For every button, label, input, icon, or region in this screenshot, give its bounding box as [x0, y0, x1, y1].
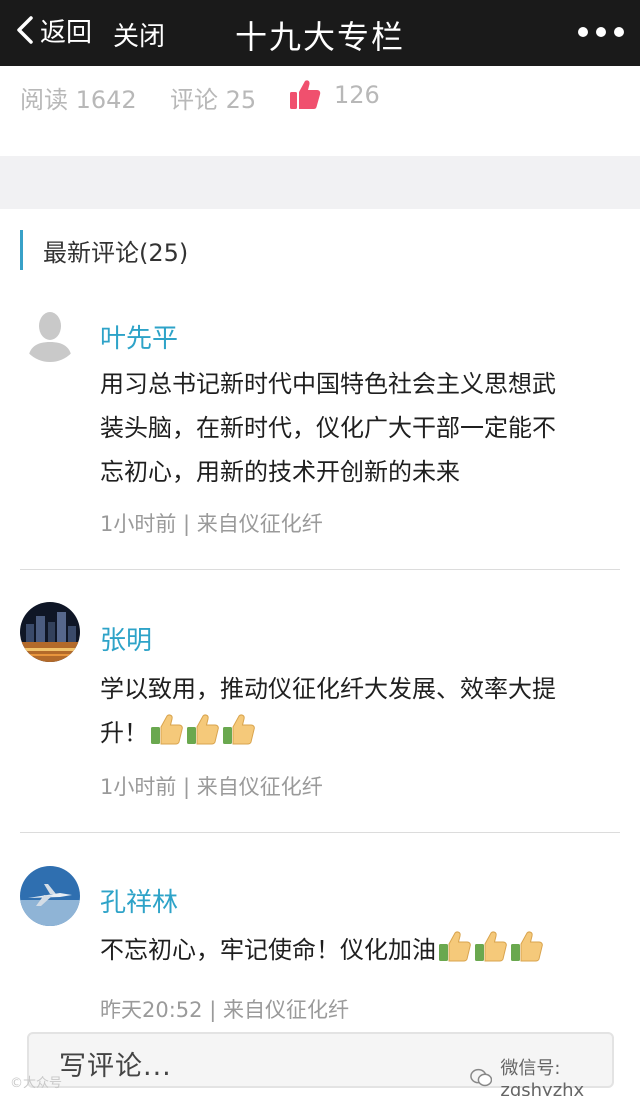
comment-line: 装头脑，在新时代，仪化广大干部一定能不: [100, 414, 556, 442]
comment-line: 用习总书记新时代中国特色社会主义思想武: [100, 370, 556, 398]
like-count: 126: [334, 81, 380, 109]
section-separator: [0, 156, 640, 209]
comment-line: 忘初心，用新的技术开创新的未来: [100, 458, 460, 486]
jet-plane-avatar-icon: [20, 866, 80, 926]
comments-section-header: 最新评论(25): [20, 230, 188, 270]
corner-watermark: ©大众号: [10, 1076, 63, 1091]
emoji-group: [148, 714, 256, 747]
thumbs-up-icon: [511, 931, 543, 962]
comment-author[interactable]: 张明: [100, 620, 152, 657]
thumbs-up-icon: [475, 931, 507, 962]
default-user-avatar-icon: [28, 312, 72, 362]
comment-line: 升！: [100, 711, 620, 755]
comment-line: 学以致用，推动仪征化纤大发展、效率大提: [100, 675, 556, 703]
thumbs-up-icon: [151, 714, 183, 745]
thumbs-up-icon: [187, 714, 219, 745]
city-night-avatar-icon: [20, 602, 80, 662]
thumbs-up-icon: [439, 931, 471, 962]
thumbs-up-icon: [223, 714, 255, 745]
comment-count: 评论 25: [170, 86, 257, 114]
comment-line-text: 升！: [100, 719, 148, 747]
avatar[interactable]: [20, 302, 80, 362]
section-title: 最新评论(25): [43, 238, 189, 267]
comment-text: 用习总书记新时代中国特色社会主义思想武 装头脑，在新时代，仪化广大干部一定能不 …: [100, 362, 620, 494]
divider: [20, 569, 620, 570]
article-stats: 阅读 1642 评论 25 126: [0, 66, 640, 156]
wechat-id: 微信号: zgshyzhx: [500, 1058, 585, 1096]
comment-input-placeholder: 写评论...: [59, 1051, 172, 1082]
thumbs-up-icon: [290, 80, 321, 109]
comment-meta: 昨天20:52 | 来自仪征化纤: [100, 998, 349, 1022]
comment-meta: 1小时前 | 来自仪征化纤: [100, 775, 323, 799]
emoji-group: [436, 931, 544, 964]
more-menu-icon[interactable]: [578, 22, 624, 42]
wechat-icon: [470, 1068, 493, 1086]
comment-line: 不忘初心，牢记使命！仪化加油: [100, 928, 620, 972]
avatar[interactable]: [20, 602, 80, 662]
wechat-watermark: 微信号: zgshyzhx: [470, 1054, 640, 1096]
comment-text: 不忘初心，牢记使命！仪化加油: [100, 928, 620, 972]
avatar[interactable]: [20, 866, 80, 926]
section-accent-bar: [20, 230, 23, 270]
comment-meta: 1小时前 | 来自仪征化纤: [100, 512, 323, 536]
comment-author[interactable]: 叶先平: [100, 318, 178, 355]
like-button[interactable]: 126: [288, 78, 380, 112]
top-nav-bar: 返回 关闭 十九大专栏: [0, 0, 640, 66]
page-title: 十九大专栏: [234, 18, 405, 56]
comment-text: 学以致用，推动仪征化纤大发展、效率大提 升！: [100, 667, 620, 755]
divider: [20, 832, 620, 833]
comment-line-text: 不忘初心，牢记使命！仪化加油: [100, 936, 436, 964]
read-count: 阅读 1642: [20, 86, 137, 114]
comment-author[interactable]: 孔祥林: [100, 882, 178, 919]
